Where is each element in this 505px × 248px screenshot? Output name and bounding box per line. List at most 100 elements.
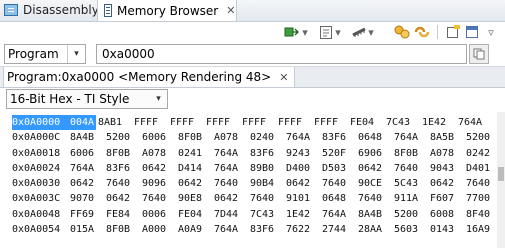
memory-word[interactable]: 9070 — [70, 191, 106, 206]
memory-word[interactable]: FE84 — [106, 207, 142, 222]
memory-word[interactable]: 90B4 — [250, 176, 286, 191]
refresh-button[interactable] — [393, 24, 411, 40]
memory-word[interactable]: FFFF — [314, 115, 350, 130]
memory-word[interactable]: 8A4B — [358, 207, 394, 222]
memory-word[interactable]: D414 — [178, 161, 214, 176]
memory-word[interactable]: FE04 — [178, 207, 214, 222]
tab-memory-browser[interactable]: Memory Browser ✕ — [97, 0, 237, 21]
memory-word[interactable]: 8A4B — [70, 130, 106, 145]
memory-word[interactable]: 90CE — [358, 176, 394, 191]
import-dropdown[interactable]: ▾ — [333, 24, 343, 40]
memory-word[interactable]: 764A — [394, 130, 430, 145]
go-button[interactable] — [469, 44, 489, 64]
memory-word[interactable]: 7D44 — [214, 207, 250, 222]
memory-word[interactable]: 8F0B — [394, 146, 430, 161]
memory-word[interactable]: 764A — [322, 207, 358, 222]
memory-word[interactable]: 0642 — [178, 176, 214, 191]
memory-word[interactable]: 764A — [214, 222, 250, 237]
memory-word[interactable]: 5200 — [394, 207, 430, 222]
tab-disassembly[interactable]: Disassembly — [0, 0, 99, 20]
memory-word[interactable]: 8F0B — [106, 146, 142, 161]
memory-word[interactable]: FFFF — [242, 115, 278, 130]
chevron-down-icon[interactable]: ▾ — [67, 45, 85, 63]
memory-word[interactable]: 83F6 — [106, 161, 142, 176]
memory-word[interactable]: A078 — [142, 146, 178, 161]
address-input[interactable]: 0xa0000 — [96, 44, 467, 64]
memory-address[interactable]: 0x0A0018 — [12, 146, 70, 161]
memory-word[interactable]: 8F0B — [106, 222, 142, 237]
memory-word[interactable]: 83F6 — [250, 222, 286, 237]
connect-dropdown[interactable]: ▾ — [300, 24, 310, 40]
memory-word[interactable]: 28AA — [358, 222, 394, 237]
new-view-button[interactable] — [463, 24, 481, 40]
memory-word[interactable]: 004A — [70, 115, 96, 131]
memory-word[interactable]: FFFF — [134, 115, 170, 130]
scrollbar-thumb[interactable] — [498, 167, 504, 181]
memory-word[interactable]: 83F6 — [322, 130, 358, 145]
memory-word[interactable]: FF69 — [70, 207, 106, 222]
memory-word[interactable]: 6006 — [70, 146, 106, 161]
view-menu-button[interactable]: ▿ — [482, 24, 500, 40]
memory-word[interactable]: D503 — [322, 161, 358, 176]
tab-memory-rendering[interactable]: Program:0xa0000 <Memory Rendering 48> ✕ — [3, 67, 296, 87]
memory-word[interactable]: 764A — [458, 115, 494, 130]
memory-address[interactable]: 0x0A0048 — [12, 207, 70, 222]
format-select[interactable]: 16-Bit Hex - TI Style ▾ — [6, 89, 168, 109]
memory-address[interactable]: 0x0A0024 — [12, 161, 70, 176]
memory-word[interactable]: 6008 — [430, 207, 466, 222]
memory-word[interactable]: 83F6 — [250, 146, 286, 161]
memory-word[interactable]: 911A — [394, 191, 430, 206]
memory-space-select[interactable]: Program ▾ — [4, 44, 86, 64]
memory-word[interactable]: 0642 — [106, 191, 142, 206]
close-icon[interactable]: ✕ — [226, 4, 235, 17]
memory-word[interactable]: 0642 — [430, 176, 466, 191]
chevron-down-icon[interactable]: ▾ — [150, 90, 167, 108]
memory-word[interactable]: 7640 — [106, 176, 142, 191]
memory-word[interactable]: 0642 — [358, 161, 394, 176]
memory-word[interactable]: 9043 — [430, 161, 466, 176]
memory-word[interactable]: 0648 — [322, 191, 358, 206]
memory-word[interactable]: 8AB1 — [98, 115, 134, 130]
memory-address[interactable]: 0x0A0054 — [12, 222, 70, 237]
export-dropdown[interactable]: ▾ — [366, 24, 376, 40]
memory-word[interactable]: 7640 — [394, 161, 430, 176]
memory-word[interactable]: A000 — [142, 222, 178, 237]
memory-word[interactable]: 9243 — [286, 146, 322, 161]
memory-word[interactable]: FE04 — [350, 115, 386, 130]
memory-word[interactable]: 0241 — [178, 146, 214, 161]
memory-word[interactable]: D400 — [286, 161, 322, 176]
memory-word[interactable]: FFFF — [170, 115, 206, 130]
connect-button[interactable] — [282, 24, 300, 40]
memory-word[interactable]: 0642 — [286, 176, 322, 191]
memory-word[interactable]: 7C43 — [250, 207, 286, 222]
memory-word[interactable]: 6906 — [358, 146, 394, 161]
memory-word[interactable]: 7622 — [286, 222, 322, 237]
memory-word[interactable]: 764A — [286, 130, 322, 145]
memory-word[interactable]: 90E8 — [178, 191, 214, 206]
new-window-button[interactable] — [444, 24, 462, 40]
memory-address[interactable]: 0x0A0000 — [12, 115, 70, 131]
memory-word[interactable]: 5200 — [106, 130, 142, 145]
memory-word[interactable]: 520F — [322, 146, 358, 161]
memory-word[interactable]: A078 — [214, 130, 250, 145]
memory-word[interactable]: 764A — [70, 161, 106, 176]
memory-word[interactable]: FFFF — [206, 115, 242, 130]
memory-word[interactable]: 0240 — [250, 130, 286, 145]
memory-word[interactable]: F607 — [430, 191, 466, 206]
memory-word[interactable]: 764A — [214, 161, 250, 176]
close-icon[interactable]: ✕ — [279, 71, 288, 84]
memory-word[interactable]: 7640 — [358, 191, 394, 206]
memory-word[interactable]: FFFF — [278, 115, 314, 130]
memory-word[interactable]: 0642 — [142, 161, 178, 176]
memory-word[interactable]: 5C43 — [394, 176, 430, 191]
memory-word[interactable]: 8A5B — [430, 130, 466, 145]
memory-word[interactable]: 9096 — [142, 176, 178, 191]
memory-word[interactable]: 0648 — [358, 130, 394, 145]
vertical-scrollbar[interactable] — [497, 112, 505, 248]
memory-word[interactable]: 5603 — [394, 222, 430, 237]
memory-word[interactable]: 1E42 — [286, 207, 322, 222]
memory-word[interactable]: 9101 — [286, 191, 322, 206]
memory-address[interactable]: 0x0A0030 — [12, 176, 70, 191]
memory-word[interactable]: 7C43 — [386, 115, 422, 130]
memory-word[interactable]: 0642 — [70, 176, 106, 191]
